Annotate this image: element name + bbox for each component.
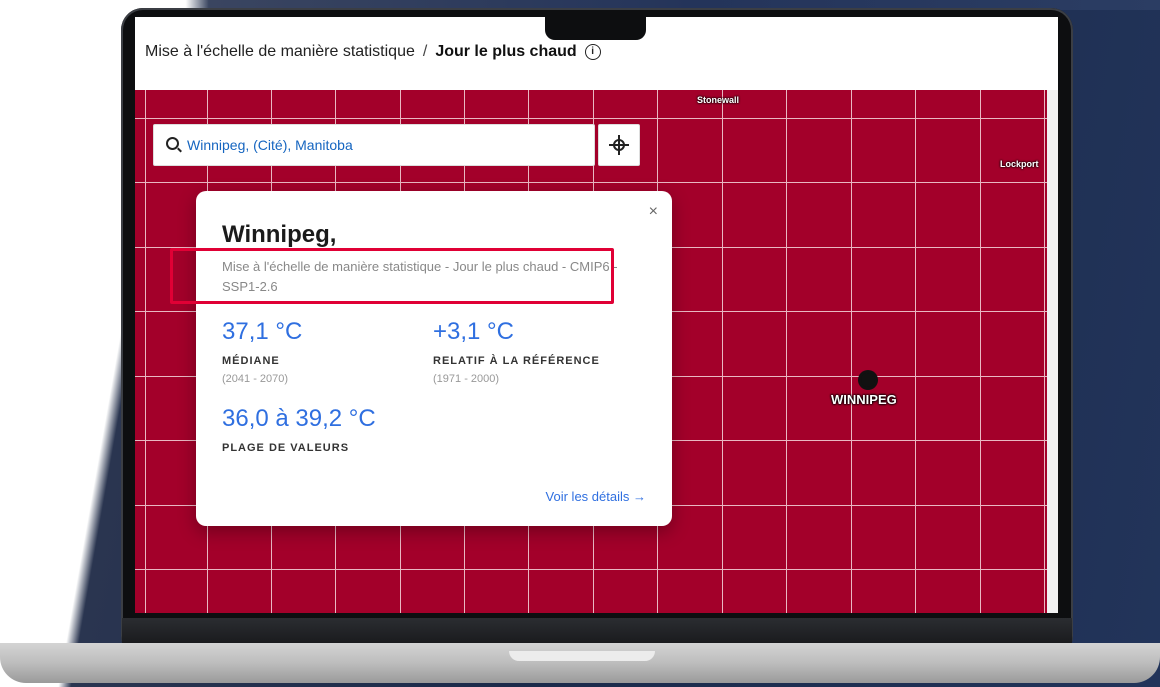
grid-line <box>915 90 916 613</box>
grid-line <box>135 182 1047 183</box>
median-value: 37,1 °C <box>222 318 303 345</box>
town-label-lockport: Lockport <box>1000 159 1039 169</box>
grid-line <box>135 569 1047 570</box>
grid-line <box>135 118 1047 119</box>
laptop-base <box>0 643 1160 683</box>
grid-line <box>980 90 981 613</box>
screen: Mise à l'échelle de manière statistique /… <box>135 17 1058 613</box>
grid-line <box>145 90 146 613</box>
grid-line <box>786 90 787 613</box>
location-marker-icon[interactable] <box>861 373 875 387</box>
search-input[interactable]: Winnipeg, (Cité), Manitoba <box>153 124 595 166</box>
info-icon[interactable]: i <box>584 43 601 60</box>
delta-label: RELATIF À LA RÉFÉRENCE <box>433 355 600 367</box>
city-label: WINNIPEG <box>831 392 897 407</box>
median-period: (2041 - 2070) <box>222 373 289 385</box>
laptop-hinge <box>122 618 1072 643</box>
arrow-right-icon: → <box>633 489 646 504</box>
laptop-base-notch <box>509 651 655 661</box>
map-edge <box>1047 90 1058 613</box>
location-popup: × Winnipeg, Mise à l'échelle de manière … <box>196 191 672 526</box>
range-value: 36,0 à 39,2 °C <box>222 405 376 432</box>
crosshair-icon <box>609 135 629 155</box>
breadcrumb: Mise à l'échelle de manière statistique /… <box>145 43 601 61</box>
delta-period: (1971 - 2000) <box>433 373 500 385</box>
grid-line <box>1044 90 1045 613</box>
highlight-box <box>170 248 614 304</box>
camera-notch <box>545 17 646 40</box>
breadcrumb-parent[interactable]: Mise à l'échelle de manière statistique <box>145 43 415 60</box>
grid-line <box>851 90 852 613</box>
popup-title: Winnipeg, <box>222 221 337 248</box>
range-label: PLAGE DE VALEURS <box>222 442 350 454</box>
median-label: MÉDIANE <box>222 355 280 367</box>
breadcrumb-separator: / <box>422 43 428 60</box>
delta-value: +3,1 °C <box>433 318 514 345</box>
town-label-stonewall: Stonewall <box>697 95 740 105</box>
search-icon <box>166 137 179 150</box>
details-link-label: Voir les détails <box>545 489 630 504</box>
close-icon[interactable]: × <box>649 203 658 221</box>
grid-line <box>722 90 723 613</box>
details-link[interactable]: Voir les détails → <box>546 489 646 504</box>
breadcrumb-current: Jour le plus chaud <box>435 43 577 60</box>
locate-button[interactable] <box>598 124 640 166</box>
search-value: Winnipeg, (Cité), Manitoba <box>187 137 353 153</box>
